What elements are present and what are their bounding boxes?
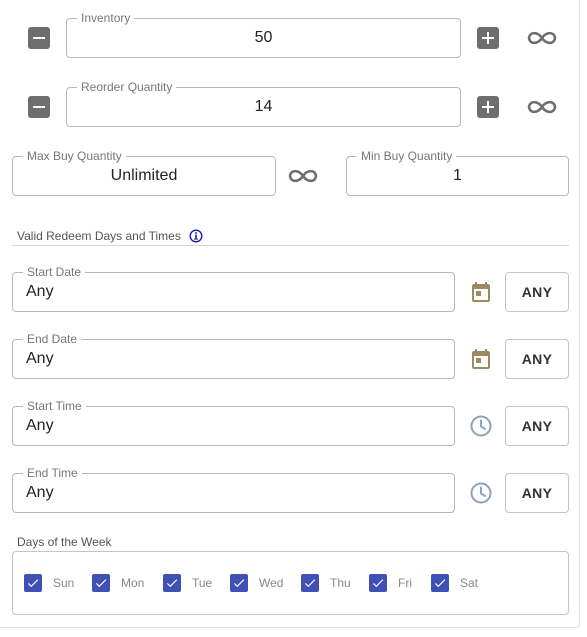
day-mon-checkbox[interactable]: Mon (92, 552, 144, 614)
day-sat-checkbox[interactable]: Sat (431, 552, 478, 614)
day-sun-checkbox[interactable]: Sun (24, 552, 74, 614)
inventory-decrement-button[interactable] (28, 27, 50, 49)
section-divider (12, 245, 569, 246)
checkmark-icon (369, 574, 387, 592)
clock-icon[interactable] (469, 481, 493, 505)
infinity-icon[interactable] (526, 98, 558, 116)
start-date-field[interactable]: Start Date Any (12, 264, 455, 312)
infinity-icon[interactable] (526, 29, 558, 47)
reorder-increment-button[interactable] (477, 96, 499, 118)
days-of-week-group: Sun Mon Tue Wed Thu Fri Sat (12, 551, 569, 615)
day-label: Thu (330, 576, 351, 590)
inventory-increment-button[interactable] (477, 27, 499, 49)
calendar-icon[interactable] (469, 280, 493, 304)
reorder-quantity-field[interactable]: Reorder Quantity 14 (66, 79, 461, 127)
checkmark-icon (431, 574, 449, 592)
end-time-value[interactable]: Any (26, 474, 444, 512)
day-label: Sat (460, 576, 479, 590)
end-date-value[interactable]: Any (26, 340, 444, 378)
checkmark-icon (92, 574, 110, 592)
day-thu-checkbox[interactable]: Thu (301, 552, 351, 614)
day-label: Mon (121, 576, 145, 590)
end-time-any-button[interactable]: ANY (505, 473, 569, 513)
redeem-section-title: Valid Redeem Days and Times (17, 229, 181, 243)
day-label: Wed (259, 576, 284, 590)
checkmark-icon (163, 574, 181, 592)
inventory-field[interactable]: Inventory 50 (66, 10, 461, 58)
checkmark-icon (301, 574, 319, 592)
day-tue-checkbox[interactable]: Tue (163, 552, 212, 614)
day-fri-checkbox[interactable]: Fri (369, 552, 412, 614)
infinity-icon[interactable] (287, 167, 319, 185)
start-date-any-button[interactable]: ANY (505, 272, 569, 312)
start-time-any-button[interactable]: ANY (505, 406, 569, 446)
reorder-quantity-value[interactable]: 14 (67, 88, 460, 126)
start-time-field[interactable]: Start Time Any (12, 398, 455, 446)
day-label: Sun (53, 576, 75, 590)
info-icon[interactable] (189, 229, 203, 243)
min-buy-quantity-value[interactable]: 1 (347, 157, 568, 195)
day-label: Fri (398, 576, 412, 590)
minus-icon (33, 106, 45, 108)
min-buy-quantity-field[interactable]: Min Buy Quantity 1 (346, 148, 569, 196)
calendar-icon[interactable] (469, 347, 493, 371)
max-buy-quantity-field[interactable]: Max Buy Quantity Unlimited (12, 148, 276, 196)
inventory-value[interactable]: 50 (67, 19, 460, 57)
end-date-field[interactable]: End Date Any (12, 331, 455, 379)
start-time-value[interactable]: Any (26, 407, 444, 445)
end-time-field[interactable]: End Time Any (12, 465, 455, 513)
minus-icon (33, 37, 45, 39)
checkmark-icon (230, 574, 248, 592)
clock-icon[interactable] (469, 414, 493, 438)
days-of-week-title: Days of the Week (17, 535, 112, 549)
start-date-value[interactable]: Any (26, 273, 444, 311)
max-buy-quantity-value[interactable]: Unlimited (13, 157, 275, 195)
day-label: Tue (192, 576, 213, 590)
reorder-decrement-button[interactable] (28, 96, 50, 118)
day-wed-checkbox[interactable]: Wed (230, 552, 283, 614)
end-date-any-button[interactable]: ANY (505, 339, 569, 379)
checkmark-icon (24, 574, 42, 592)
